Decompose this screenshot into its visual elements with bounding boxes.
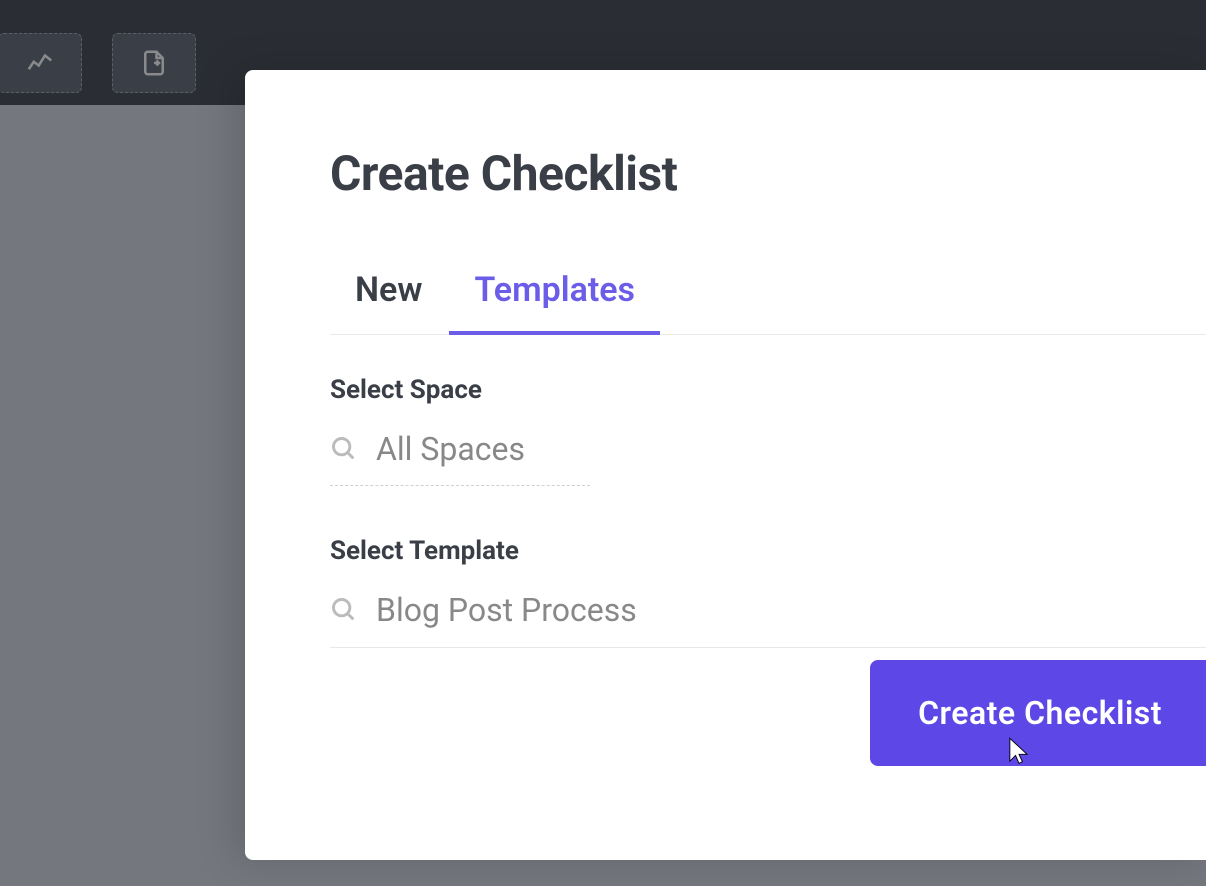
create-checklist-button[interactable]: Create Checklist: [870, 660, 1206, 766]
search-icon: [330, 435, 358, 463]
select-template-group: Select Template: [330, 536, 1206, 648]
select-space-group: Select Space: [330, 375, 1206, 486]
toolbar-action-1[interactable]: [0, 33, 82, 93]
select-space-label: Select Space: [330, 375, 1206, 405]
chart-icon: [25, 48, 55, 78]
create-checklist-modal: Create Checklist New Templates Select Sp…: [245, 70, 1206, 860]
select-template-label: Select Template: [330, 536, 1206, 566]
toolbar-action-2[interactable]: [112, 33, 196, 93]
search-icon: [330, 596, 358, 624]
template-search-input[interactable]: [376, 591, 1206, 629]
tab-new[interactable]: New: [355, 270, 422, 334]
modal-tabs: New Templates: [330, 270, 1206, 335]
select-space-field[interactable]: [330, 430, 1206, 486]
modal-title: Create Checklist: [330, 145, 1206, 202]
document-export-icon: [139, 48, 169, 78]
tab-templates[interactable]: Templates: [474, 270, 635, 334]
space-search-input[interactable]: [376, 430, 1206, 468]
select-template-field[interactable]: [330, 591, 1206, 648]
